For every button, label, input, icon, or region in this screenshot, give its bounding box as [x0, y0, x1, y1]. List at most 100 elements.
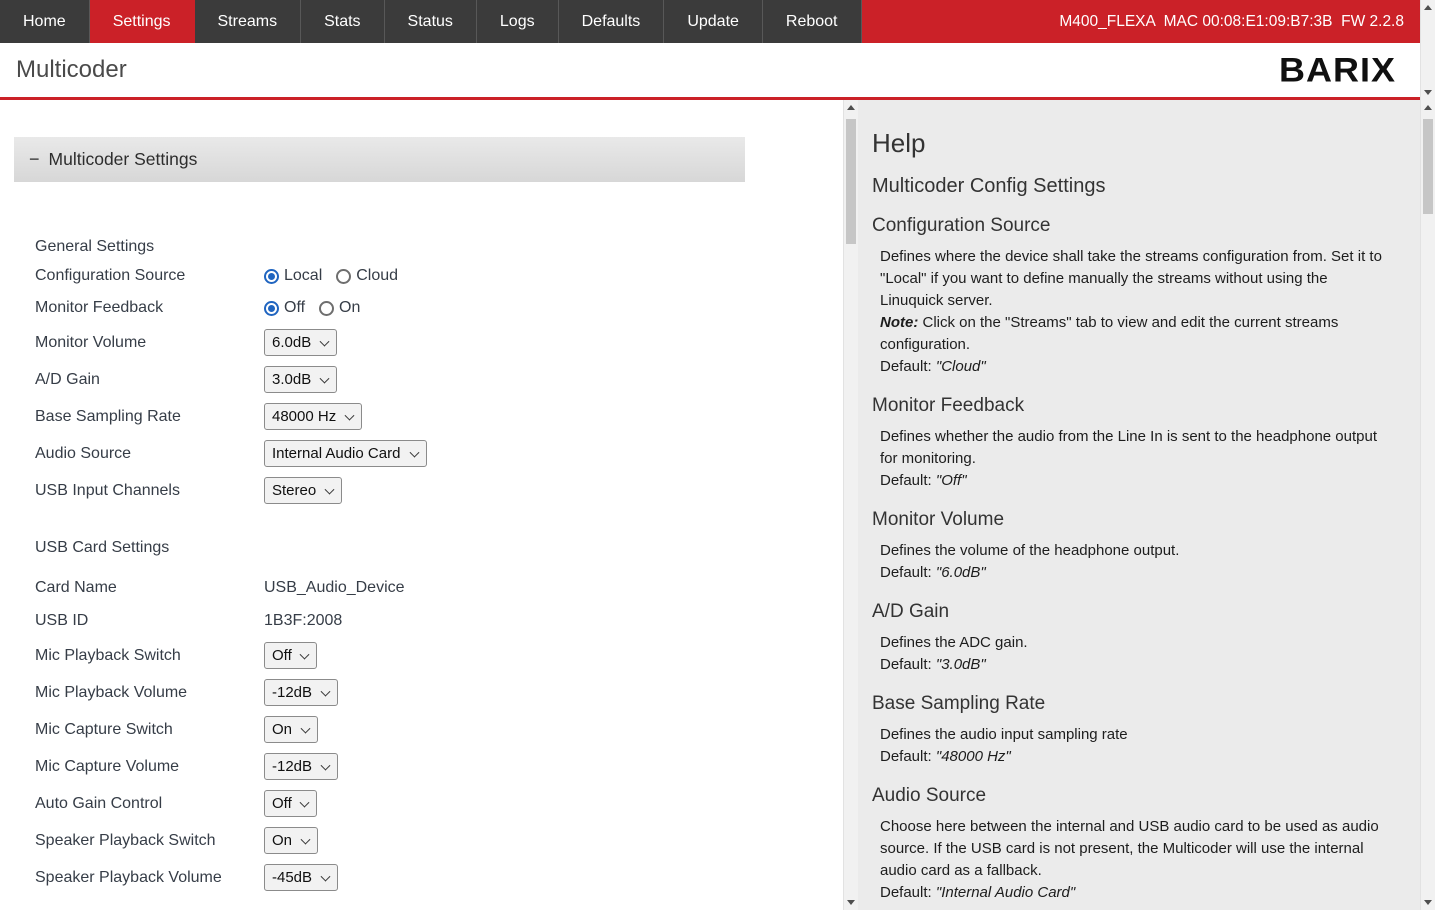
- configuration-source-radio-group: Local Cloud: [264, 267, 398, 285]
- scroll-down-button[interactable]: [844, 895, 858, 910]
- multicoder-settings-collapse-bar[interactable]: − Multicoder Settings: [14, 137, 745, 182]
- radio-local[interactable]: Local: [264, 267, 322, 285]
- usb-id-value: 1B3F:2008: [264, 612, 342, 630]
- mic-capture-volume-select[interactable]: -12dB: [264, 753, 338, 780]
- mic-playback-switch-select[interactable]: Off: [264, 642, 317, 669]
- top-nav: Home Settings Streams Stats Status Logs …: [0, 0, 1420, 43]
- page-title: Multicoder: [16, 56, 127, 84]
- field-label: Mic Playback Switch: [35, 647, 264, 665]
- field-label: Mic Playback Volume: [35, 684, 264, 702]
- help-section-ad-gain: A/D Gain Defines the ADC gain. Default: …: [872, 601, 1394, 676]
- arrow-up-icon: [847, 105, 855, 110]
- mic-playback-volume-row: Mic Playback Volume -12dB: [35, 674, 843, 711]
- mic-capture-switch-row: Mic Capture Switch On: [35, 711, 843, 748]
- field-label: Mic Capture Switch: [35, 721, 264, 739]
- nav-tab-streams[interactable]: Streams: [195, 0, 302, 43]
- page-header: Multicoder BARIX: [0, 43, 1420, 97]
- field-label: Auto Gain Control: [35, 795, 264, 813]
- scrollbar-track[interactable]: [844, 115, 858, 895]
- nav-device-info-area: M400_FLEXA MAC 00:08:E1:09:B7:3B FW 2.2.…: [862, 0, 1421, 43]
- help-section-default: Default: "6.0dB": [880, 562, 1394, 584]
- field-label: Monitor Volume: [35, 334, 264, 352]
- nav-tab-update[interactable]: Update: [664, 0, 763, 43]
- monitor-volume-select[interactable]: 6.0dB: [264, 329, 337, 356]
- top-scrollbar[interactable]: [1420, 0, 1435, 100]
- help-subtitle: Multicoder Config Settings: [872, 175, 1394, 198]
- help-section-body: Choose here between the internal and USB…: [880, 816, 1394, 882]
- radio-icon: [264, 269, 279, 284]
- field-label: A/D Gain: [35, 371, 264, 389]
- mic-capture-switch-select[interactable]: On: [264, 716, 318, 743]
- radio-on[interactable]: On: [319, 299, 360, 317]
- settings-frame: − Multicoder Settings General Settings C…: [0, 100, 858, 910]
- help-section-body: Defines the volume of the headphone outp…: [880, 540, 1394, 562]
- scrollbar-track[interactable]: [1421, 15, 1435, 85]
- card-name-value: USB_Audio_Device: [264, 579, 405, 597]
- scroll-down-button[interactable]: [1421, 895, 1435, 910]
- nav-tab-logs[interactable]: Logs: [477, 0, 559, 43]
- settings-form: General Settings Configuration Source Lo…: [35, 238, 843, 896]
- usb-input-channels-select[interactable]: Stereo: [264, 477, 342, 504]
- help-section-default: Default: "Off": [880, 470, 1394, 492]
- base-sampling-rate-row: Base Sampling Rate 48000 Hz: [35, 398, 843, 435]
- configuration-source-row: Configuration Source Local Cloud: [35, 260, 843, 292]
- help-section-heading: A/D Gain: [872, 601, 1394, 623]
- help-section-default: Default: "Cloud": [880, 356, 1394, 378]
- audio-source-select[interactable]: Internal Audio Card: [264, 440, 427, 467]
- general-settings-heading: General Settings: [35, 238, 843, 260]
- settings-scrollbar[interactable]: [843, 100, 858, 910]
- help-section-body: Defines the audio input sampling rate: [880, 724, 1394, 746]
- nav-tab-settings[interactable]: Settings: [90, 0, 195, 43]
- scrollbar-thumb[interactable]: [1423, 119, 1433, 214]
- arrow-up-icon: [1424, 5, 1432, 10]
- radio-icon: [264, 301, 279, 316]
- help-section-body: Defines where the device shall take the …: [880, 246, 1394, 312]
- help-section-heading: Monitor Feedback: [872, 395, 1394, 417]
- help-scrollbar[interactable]: [1420, 100, 1435, 910]
- auto-gain-control-row: Auto Gain Control Off: [35, 785, 843, 822]
- monitor-feedback-row: Monitor Feedback Off On: [35, 292, 843, 324]
- ad-gain-select[interactable]: 3.0dB: [264, 366, 337, 393]
- scrollbar-thumb[interactable]: [846, 119, 856, 244]
- base-sampling-rate-select[interactable]: 48000 Hz: [264, 403, 362, 430]
- help-section-heading: Base Sampling Rate: [872, 693, 1394, 715]
- help-section-configuration-source: Configuration Source Defines where the d…: [872, 215, 1394, 378]
- nav-tab-home[interactable]: Home: [0, 0, 90, 43]
- field-label: Mic Capture Volume: [35, 758, 264, 776]
- monitor-feedback-radio-group: Off On: [264, 299, 360, 317]
- panel-title: Multicoder Settings: [49, 149, 198, 170]
- scroll-up-button[interactable]: [844, 100, 858, 115]
- nav-tab-defaults[interactable]: Defaults: [559, 0, 665, 43]
- field-label: Configuration Source: [35, 267, 264, 285]
- help-section-default: Default: "Internal Audio Card": [880, 882, 1394, 904]
- radio-off[interactable]: Off: [264, 299, 305, 317]
- usb-id-row: USB ID 1B3F:2008: [35, 604, 843, 637]
- nav-tab-reboot[interactable]: Reboot: [763, 0, 862, 43]
- auto-gain-control-select[interactable]: Off: [264, 790, 317, 817]
- mic-playback-volume-select[interactable]: -12dB: [264, 679, 338, 706]
- speaker-playback-volume-select[interactable]: -45dB: [264, 864, 338, 891]
- scroll-up-button[interactable]: [1421, 0, 1435, 15]
- device-info: M400_FLEXA MAC 00:08:E1:09:B7:3B FW 2.2.…: [1059, 13, 1404, 31]
- collapse-icon[interactable]: −: [29, 149, 40, 170]
- help-section-default: Default: "3.0dB": [880, 654, 1394, 676]
- scroll-up-button[interactable]: [1421, 100, 1435, 115]
- radio-cloud[interactable]: Cloud: [336, 267, 398, 285]
- scrollbar-track[interactable]: [1421, 115, 1435, 895]
- speaker-playback-switch-select[interactable]: On: [264, 827, 318, 854]
- help-section-heading: Monitor Volume: [872, 509, 1394, 531]
- help-frame: Help Multicoder Config Settings Configur…: [858, 100, 1435, 910]
- nav-tab-status[interactable]: Status: [385, 0, 477, 43]
- nav-tab-stats[interactable]: Stats: [301, 0, 384, 43]
- audio-source-row: Audio Source Internal Audio Card: [35, 435, 843, 472]
- arrow-up-icon: [1424, 105, 1432, 110]
- field-label: Card Name: [35, 579, 264, 597]
- monitor-volume-row: Monitor Volume 6.0dB: [35, 324, 843, 361]
- scroll-down-button[interactable]: [1421, 85, 1435, 100]
- help-section-base-sampling-rate: Base Sampling Rate Defines the audio inp…: [872, 693, 1394, 768]
- barix-logo: BARIX: [1279, 50, 1396, 90]
- help-section-body: Defines the ADC gain.: [880, 632, 1394, 654]
- radio-icon: [336, 269, 351, 284]
- speaker-playback-volume-row: Speaker Playback Volume -45dB: [35, 859, 843, 896]
- radio-icon: [319, 301, 334, 316]
